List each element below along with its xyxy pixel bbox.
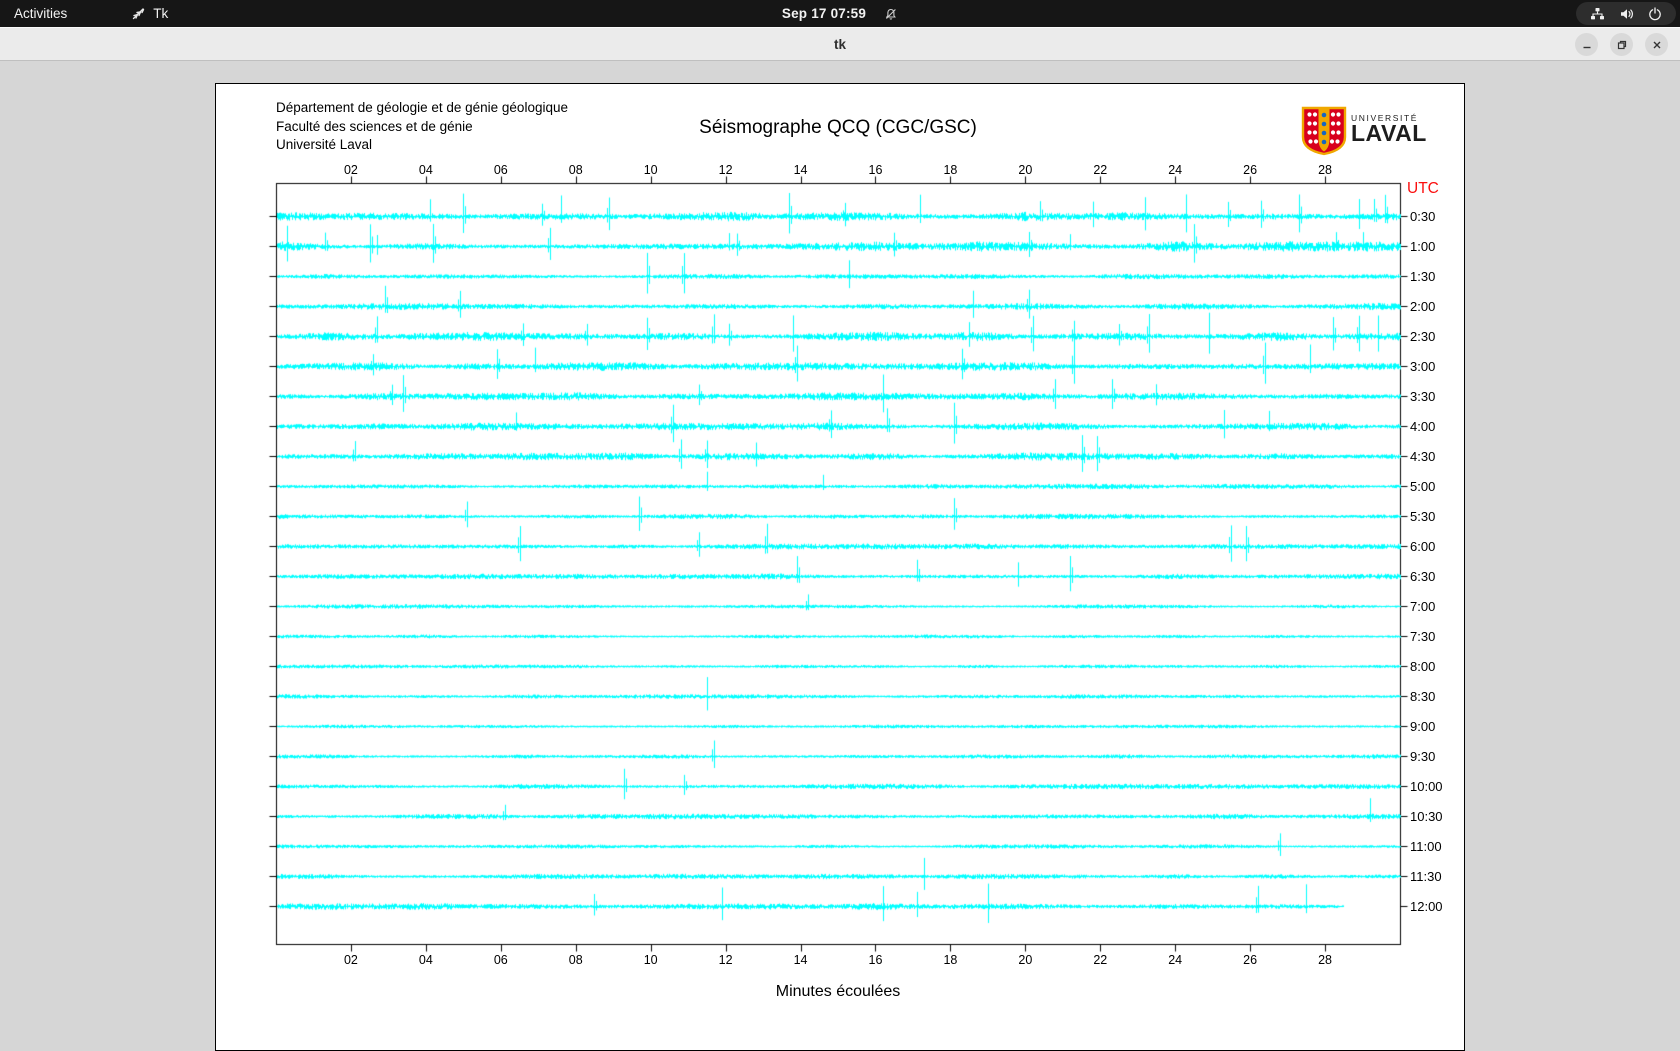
x-tick-label-top: 10 — [643, 163, 658, 177]
power-icon — [1648, 6, 1662, 21]
x-tick-label-top: 24 — [1168, 163, 1183, 177]
tk-feather-icon — [131, 6, 146, 21]
utc-time-label: 2:30 — [1410, 328, 1436, 344]
x-tick-label-top: 08 — [568, 163, 583, 177]
x-axis-title: Minutes écoulées — [775, 983, 901, 1000]
clock[interactable]: Sep 17 07:59 — [782, 6, 866, 21]
utc-time-label: 9:00 — [1410, 718, 1436, 734]
system-tray[interactable] — [1576, 2, 1676, 25]
utc-time-label: 9:30 — [1410, 748, 1436, 764]
x-tick-label-bottom: 16 — [868, 953, 883, 967]
utc-time-label: 3:00 — [1410, 358, 1436, 374]
x-tick-label-bottom: 10 — [643, 953, 658, 967]
utc-time-label: 10:00 — [1410, 778, 1443, 794]
utc-time-label: 7:00 — [1410, 598, 1436, 614]
utc-time-label: 5:00 — [1410, 478, 1436, 494]
window-title: tk — [833, 36, 846, 52]
utc-time-label: 11:00 — [1410, 838, 1442, 854]
window-titlebar: tk — [0, 27, 1680, 61]
x-tick-label-top: 04 — [418, 163, 433, 177]
x-tick-label-bottom: 12 — [718, 953, 733, 967]
x-tick-label-bottom: 08 — [568, 953, 583, 967]
x-tick-label-bottom: 02 — [343, 953, 358, 967]
utc-time-label: 4:30 — [1410, 448, 1436, 464]
utc-time-label: 4:00 — [1410, 418, 1436, 434]
x-tick-label-bottom: 22 — [1093, 953, 1108, 967]
utc-time-label: 0:30 — [1410, 208, 1436, 224]
x-tick-label-bottom: 26 — [1243, 953, 1258, 967]
utc-time-label: 5:30 — [1410, 508, 1436, 524]
utc-time-label: 11:30 — [1410, 868, 1442, 884]
plot-title: Séismographe QCQ (CGC/GSC) — [699, 117, 977, 138]
x-tick-label-top: 26 — [1243, 163, 1258, 177]
utc-time-label: 7:30 — [1410, 628, 1436, 644]
activities-button[interactable]: Activities — [0, 0, 81, 27]
utc-time-label: 8:30 — [1410, 688, 1436, 704]
logo-laval-text: LAVAL — [1351, 120, 1427, 146]
x-tick-label-bottom: 04 — [418, 953, 433, 967]
network-icon — [1590, 7, 1605, 21]
x-tick-label-top: 22 — [1093, 163, 1108, 177]
x-tick-label-bottom: 24 — [1168, 953, 1183, 967]
utc-time-label: 2:00 — [1410, 298, 1436, 314]
x-tick-label-top: 20 — [1018, 163, 1033, 177]
x-tick-label-bottom: 20 — [1018, 953, 1033, 967]
utc-axis-title: UTC — [1407, 180, 1439, 197]
minimize-button[interactable] — [1575, 33, 1598, 56]
utc-time-label: 1:30 — [1410, 268, 1436, 284]
x-tick-label-top: 06 — [493, 163, 508, 177]
utc-time-label: 10:30 — [1410, 808, 1443, 824]
x-tick-label-bottom: 18 — [943, 953, 958, 967]
tk-app-indicator[interactable]: Tk — [123, 0, 176, 27]
institution-line-1: Département de géologie et de génie géol… — [276, 100, 568, 115]
maximize-button[interactable] — [1610, 33, 1633, 56]
utc-time-label: 6:00 — [1410, 538, 1436, 554]
x-tick-label-top: 14 — [793, 163, 808, 177]
utc-time-label: 12:00 — [1410, 898, 1443, 914]
helicorder-plot — [216, 84, 1462, 1048]
tk-app-label: Tk — [153, 6, 169, 21]
utc-time-label: 6:30 — [1410, 568, 1436, 584]
x-tick-label-top: 28 — [1318, 163, 1333, 177]
x-tick-label-bottom: 28 — [1318, 953, 1333, 967]
utc-time-label: 8:00 — [1410, 658, 1436, 674]
x-tick-label-top: 18 — [943, 163, 958, 177]
utc-time-label: 1:00 — [1410, 238, 1436, 254]
gnome-top-bar: Activities Tk Sep 17 07:59 — [0, 0, 1680, 27]
seismograph-canvas-window: Département de géologie et de génie géol… — [215, 83, 1465, 1051]
close-button[interactable] — [1645, 33, 1668, 56]
utc-time-label: 3:30 — [1410, 388, 1436, 404]
volume-icon — [1619, 7, 1634, 21]
laval-shield-icon — [1301, 106, 1347, 156]
x-tick-label-bottom: 06 — [493, 953, 508, 967]
notifications-disabled-icon — [884, 7, 898, 21]
universite-laval-logo: UNIVERSITÉ LAVAL — [1301, 106, 1431, 156]
desktop-background: Département de géologie et de génie géol… — [0, 61, 1680, 1051]
x-tick-label-top: 12 — [718, 163, 733, 177]
x-tick-label-bottom: 14 — [793, 953, 808, 967]
x-tick-label-top: 02 — [343, 163, 358, 177]
x-tick-label-top: 16 — [868, 163, 883, 177]
